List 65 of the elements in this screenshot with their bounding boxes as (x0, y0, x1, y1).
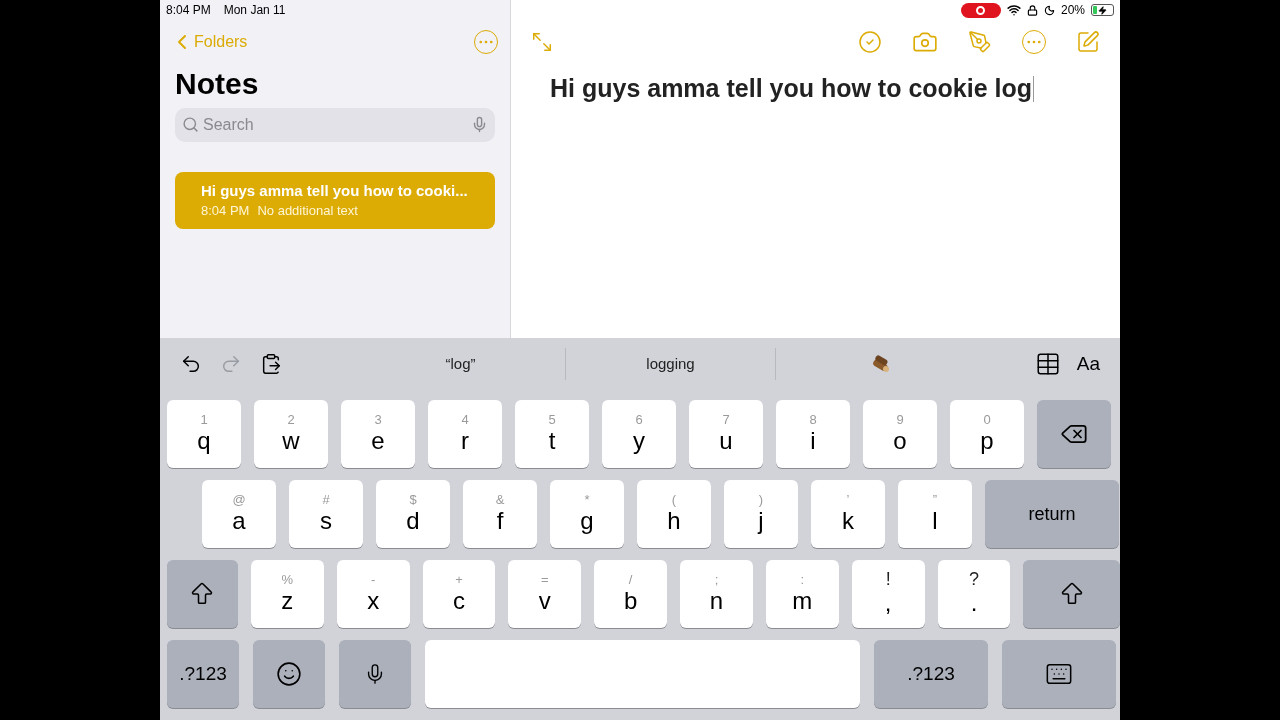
note-preview: No additional text (257, 201, 358, 220)
key[interactable]: 5 t (515, 400, 589, 468)
emoji-key[interactable] (253, 640, 325, 708)
key[interactable]: + c (422, 560, 496, 628)
dictation-key[interactable] (339, 640, 411, 708)
paste-icon[interactable] (260, 353, 282, 375)
suggestion[interactable]: logging (566, 352, 775, 376)
hide-keyboard-key[interactable] (1002, 640, 1116, 708)
key[interactable]: % z (250, 560, 324, 628)
moon-icon (1043, 4, 1055, 16)
key[interactable]: $ d (376, 480, 450, 548)
key[interactable]: 7 u (689, 400, 763, 468)
wifi-icon (1006, 3, 1021, 17)
key[interactable]: 8 i (776, 400, 850, 468)
delete-key[interactable] (1037, 400, 1111, 468)
key[interactable]: ) j (724, 480, 798, 548)
status-time: 8:04 PM (166, 2, 211, 19)
suggestion[interactable]: “log” (356, 352, 565, 376)
table-icon[interactable] (1034, 351, 1061, 377)
key[interactable]: * g (550, 480, 624, 548)
key[interactable]: # s (289, 480, 363, 548)
expand-icon[interactable] (531, 31, 553, 53)
numbers-key[interactable]: .?123 (874, 640, 988, 708)
key[interactable]: ! , (851, 560, 925, 628)
note-heading[interactable]: Hi guys amma tell you how to cookie log (550, 70, 1033, 108)
undo-icon[interactable] (180, 353, 202, 375)
notes-title: Notes (174, 66, 260, 102)
microphone-icon (471, 116, 488, 133)
key[interactable]: ; n (680, 560, 753, 628)
return-key[interactable]: return (985, 480, 1119, 548)
compose-icon[interactable] (1076, 30, 1100, 54)
key[interactable]: : m (765, 560, 839, 628)
shift-key[interactable] (1023, 560, 1120, 628)
markup-icon[interactable] (968, 30, 992, 54)
key[interactable]: & f (463, 480, 537, 548)
key[interactable]: 1 q (167, 400, 241, 468)
checklist-icon[interactable] (858, 30, 882, 54)
lock-icon (1026, 4, 1038, 16)
key[interactable]: / b (594, 560, 668, 628)
numbers-key[interactable]: .?123 (167, 640, 239, 708)
key[interactable]: 4 r (428, 400, 502, 468)
shift-key[interactable] (167, 560, 238, 628)
search-field[interactable]: Search (175, 108, 495, 142)
note-time: 8:04 PM (201, 201, 250, 220)
key[interactable]: ? . (937, 560, 1011, 628)
key[interactable]: - x (336, 560, 410, 628)
battery-icon (1091, 4, 1114, 16)
key[interactable]: 6 y (602, 400, 676, 468)
key[interactable]: = v (508, 560, 582, 628)
smiley-icon (276, 661, 302, 687)
status-date: Mon Jan 11 (223, 2, 286, 19)
text-cursor (1033, 75, 1035, 102)
key[interactable]: ” l (898, 480, 972, 548)
key[interactable]: @ a (202, 480, 276, 548)
redo-icon[interactable] (220, 353, 242, 375)
key[interactable]: 2 w (254, 400, 328, 468)
key[interactable]: 9 o (863, 400, 937, 468)
key[interactable]: 3 e (341, 400, 415, 468)
note-title: Hi guys amma tell you how to cooki... (201, 180, 469, 201)
battery-percent: 20% (1060, 2, 1085, 19)
search-icon (182, 116, 199, 133)
key[interactable]: ’ k (811, 480, 885, 548)
key[interactable]: ( h (637, 480, 711, 548)
key[interactable]: 0 p (950, 400, 1024, 468)
text-format-button[interactable]: Aa (1076, 349, 1100, 379)
